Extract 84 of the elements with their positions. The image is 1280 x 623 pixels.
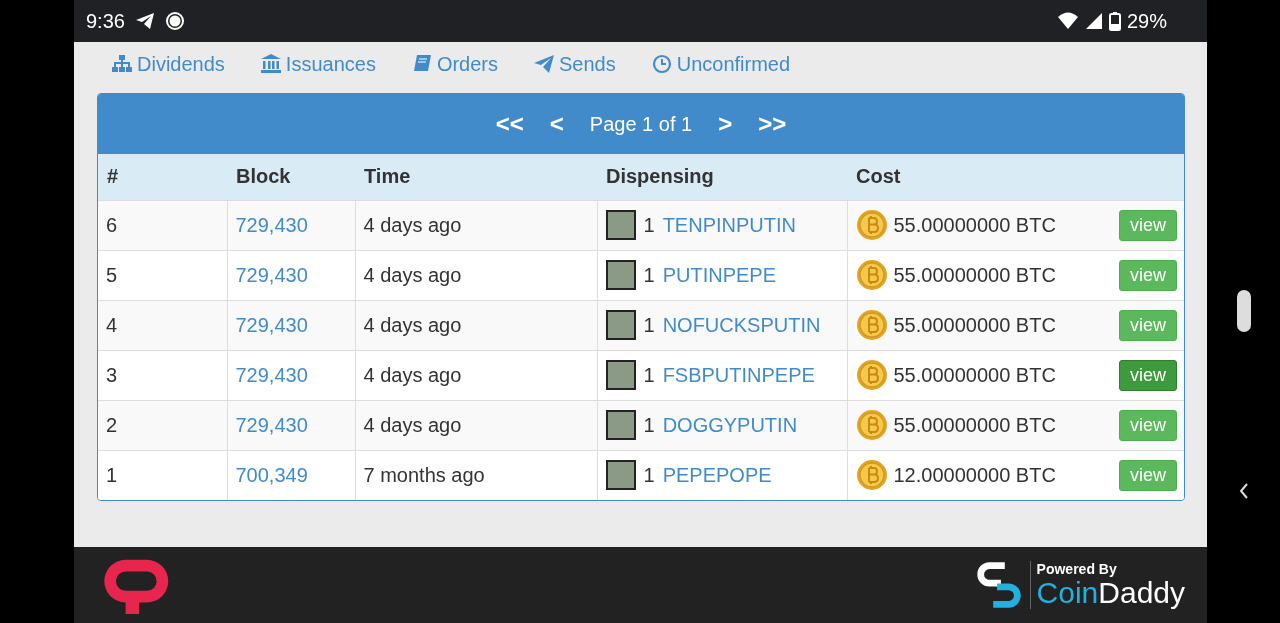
bank-building-icon bbox=[260, 54, 281, 74]
block-link[interactable]: 700,349 bbox=[235, 463, 308, 486]
photo-placeholder bbox=[605, 360, 636, 390]
cost-text: 12.00000000 BTC bbox=[893, 463, 1057, 487]
asset-link[interactable]: DOGGYPUTIN bbox=[662, 413, 798, 437]
cost-text: 55.00000000 BTC bbox=[893, 363, 1057, 387]
block-link[interactable]: 729,430 bbox=[235, 313, 308, 336]
battery-icon bbox=[1108, 11, 1121, 31]
nav-link[interactable]: Dividends bbox=[112, 51, 225, 77]
coin-icon bbox=[855, 409, 888, 441]
quantity-text: 1 bbox=[643, 463, 655, 487]
table-cell: 4 days ago bbox=[355, 250, 597, 300]
clock-time: 9:36 bbox=[86, 9, 125, 33]
view-button[interactable]: view bbox=[1119, 359, 1177, 391]
brand-name: CoinDaddy bbox=[1036, 577, 1185, 609]
coin-icon bbox=[855, 209, 888, 241]
quantity-text: 1 bbox=[643, 213, 655, 237]
table-cell: 6 bbox=[98, 200, 227, 250]
signal-icon bbox=[1084, 12, 1103, 30]
quantity-text: 1 bbox=[643, 313, 655, 337]
cost-text: 55.00000000 BTC bbox=[893, 313, 1057, 337]
asset-link[interactable]: PUTINPEPE bbox=[662, 263, 776, 287]
block-link[interactable]: 729,430 bbox=[235, 263, 308, 286]
quantity-text: 1 bbox=[643, 363, 655, 387]
photo-placeholder bbox=[605, 410, 636, 440]
table-cell: 4 days ago bbox=[355, 200, 597, 250]
column-header: Dispensing bbox=[597, 154, 847, 200]
page-indicator: Page 1 of 1 bbox=[589, 112, 693, 136]
table-cell: 4 bbox=[98, 300, 227, 350]
nav-link[interactable]: Sends bbox=[534, 51, 616, 77]
cost-text: 55.00000000 BTC bbox=[893, 213, 1057, 237]
view-button[interactable]: view bbox=[1119, 209, 1177, 241]
coin-icon bbox=[855, 359, 888, 391]
table-cell: 4 days ago bbox=[355, 350, 597, 400]
back-chevron-icon[interactable] bbox=[1237, 482, 1250, 500]
wifi-icon bbox=[1056, 11, 1079, 31]
column-header: Block bbox=[227, 154, 355, 200]
asset-link[interactable]: PEPEPOPE bbox=[662, 463, 772, 487]
nav-link[interactable]: Orders bbox=[411, 51, 498, 77]
photo-placeholder bbox=[605, 310, 636, 340]
photo-placeholder bbox=[605, 210, 636, 240]
asset-link[interactable]: NOFUCKSPUTIN bbox=[662, 313, 821, 337]
cost-text: 55.00000000 BTC bbox=[893, 413, 1057, 437]
first-page-link[interactable]: << bbox=[495, 110, 524, 138]
table-cell: 3 bbox=[98, 350, 227, 400]
view-button[interactable]: view bbox=[1119, 309, 1177, 341]
nav-link[interactable]: Unconfirmed bbox=[651, 51, 791, 77]
battery-percentage: 29% bbox=[1126, 9, 1167, 33]
table-cell: 4 days ago bbox=[355, 300, 597, 350]
photo-placeholder bbox=[605, 460, 636, 490]
table-cell: 5 bbox=[98, 250, 227, 300]
view-button[interactable]: view bbox=[1119, 259, 1177, 291]
clock-icon bbox=[651, 54, 672, 74]
block-link[interactable]: 729,430 bbox=[235, 363, 308, 386]
paper-plane-icon bbox=[534, 54, 554, 74]
quantity-text: 1 bbox=[643, 263, 655, 287]
view-button[interactable]: view bbox=[1119, 409, 1177, 441]
view-button[interactable]: view bbox=[1119, 459, 1177, 491]
next-page-link[interactable]: > bbox=[718, 110, 733, 138]
cost-text: 55.00000000 BTC bbox=[893, 263, 1057, 287]
column-header: Cost bbox=[847, 154, 1184, 200]
photo-placeholder bbox=[605, 260, 636, 290]
scroll-handle[interactable] bbox=[1236, 290, 1251, 332]
coin-icon bbox=[855, 459, 888, 491]
sitemap-icon bbox=[112, 54, 132, 74]
last-page-link[interactable]: >> bbox=[758, 110, 787, 138]
book-icon bbox=[411, 54, 432, 74]
block-link[interactable]: 729,430 bbox=[235, 413, 308, 436]
paper-plane-icon bbox=[134, 11, 155, 31]
nav-link[interactable]: Issuances bbox=[260, 51, 376, 77]
table-cell: 4 days ago bbox=[355, 400, 597, 450]
powered-by-label: Powered By bbox=[1036, 561, 1118, 577]
asset-link[interactable]: TENPINPUTIN bbox=[662, 213, 796, 237]
block-link[interactable]: 729,430 bbox=[235, 213, 308, 236]
coin-icon bbox=[855, 309, 888, 341]
table-cell: 1 bbox=[98, 450, 227, 500]
asset-link[interactable]: FSBPUTINPEPE bbox=[662, 363, 815, 387]
previous-page-link[interactable]: < bbox=[549, 110, 564, 138]
quantity-text: 1 bbox=[643, 413, 655, 437]
table-cell: 2 bbox=[98, 400, 227, 450]
coin-icon bbox=[855, 259, 888, 291]
column-header: # bbox=[98, 154, 227, 200]
column-header: Time bbox=[355, 154, 597, 200]
table-cell: 7 months ago bbox=[355, 450, 597, 500]
